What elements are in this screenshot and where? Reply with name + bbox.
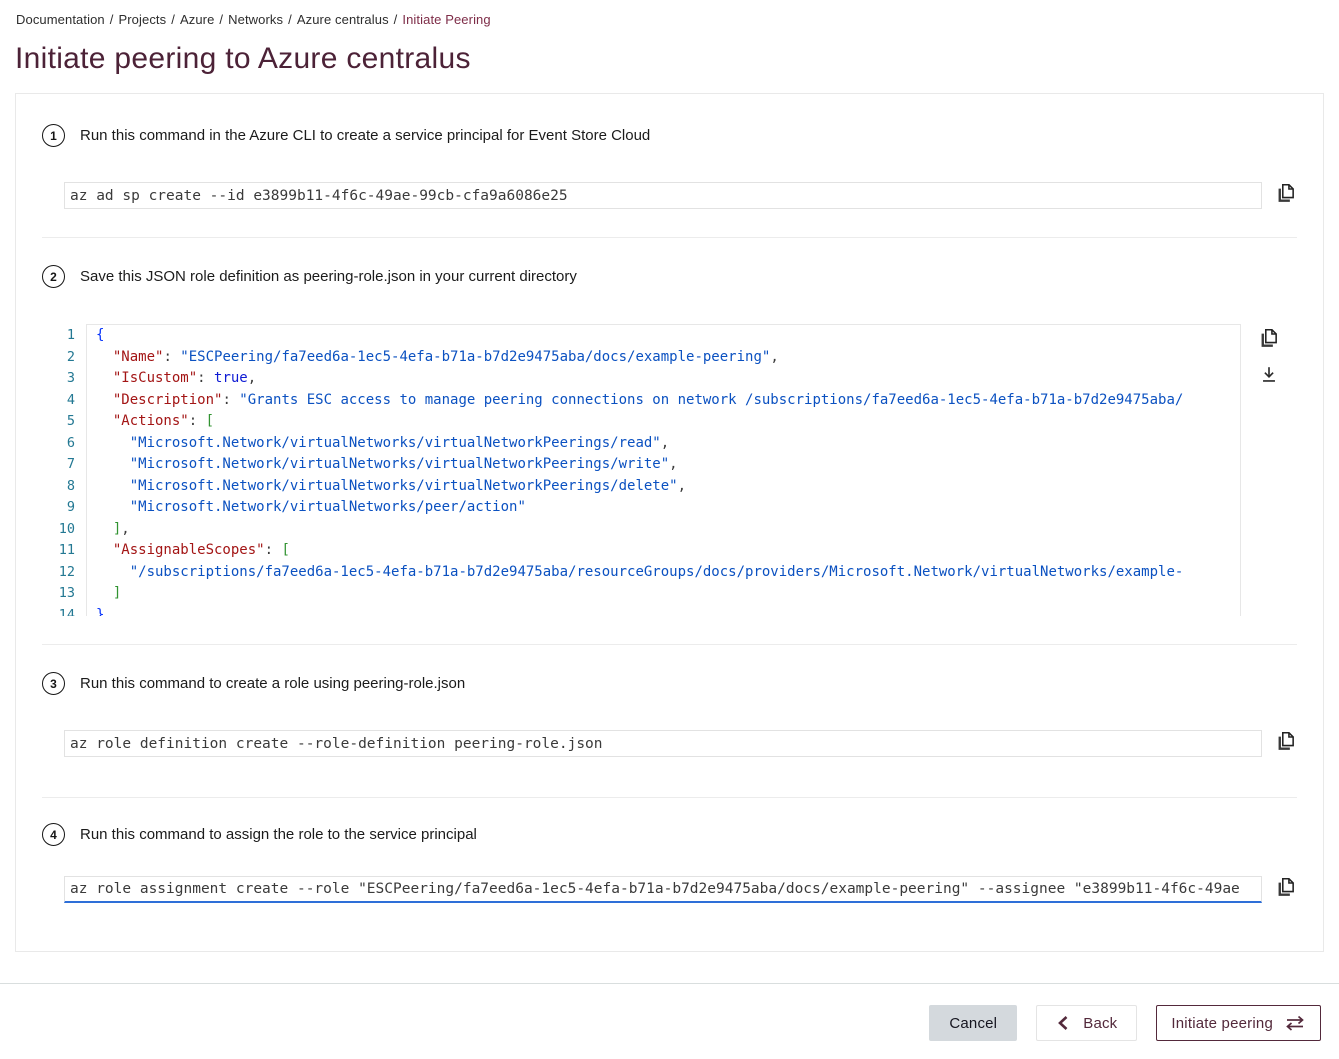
step-instruction: Run this command to assign the role to t… — [80, 826, 477, 843]
line-number: 14 — [42, 605, 86, 617]
breadcrumb-current: Initiate Peering — [402, 12, 490, 27]
setup-panel: 1 Run this command in the Azure CLI to c… — [15, 93, 1324, 952]
breadcrumb-separator: / — [219, 12, 223, 27]
chevron-left-icon — [1056, 1015, 1070, 1031]
code-line: "Name": "ESCPeering/fa7eed6a-1ec5-4efa-b… — [96, 347, 1240, 369]
step-instruction: Run this command to create a role using … — [80, 675, 465, 692]
code-line: "/subscriptions/fa7eed6a-1ec5-4efa-b71a-… — [96, 562, 1240, 584]
copy-icon — [1275, 730, 1297, 752]
step-instruction: Run this command in the Azure CLI to cre… — [80, 127, 650, 144]
code-line: "AssignableScopes": [ — [96, 540, 1240, 562]
code-line: "Microsoft.Network/virtualNetworks/virtu… — [96, 433, 1240, 455]
download-icon — [1258, 364, 1280, 386]
section-divider — [42, 644, 1297, 645]
breadcrumb-item[interactable]: Azure centralus — [297, 12, 389, 27]
breadcrumb-separator: / — [288, 12, 292, 27]
step-3-section: 3 Run this command to create a role usin… — [42, 672, 1297, 757]
editor-code-area: { "Name": "ESCPeering/fa7eed6a-1ec5-4efa… — [86, 324, 1241, 616]
code-line: "Microsoft.Network/virtualNetworks/peer/… — [96, 497, 1240, 519]
copy-button[interactable] — [1275, 182, 1297, 204]
breadcrumb-item[interactable]: Azure — [180, 12, 214, 27]
section-divider — [42, 797, 1297, 798]
swap-arrows-icon — [1284, 1014, 1306, 1032]
code-line: ], — [96, 519, 1240, 541]
download-button[interactable] — [1258, 364, 1280, 386]
code-line: } — [96, 605, 1240, 617]
step-4-section: 4 Run this command to assign the role to… — [42, 823, 1297, 903]
back-button-label: Back — [1083, 1015, 1117, 1032]
step-2-section: 2 Save this JSON role definition as peer… — [42, 265, 1297, 616]
line-number: 8 — [42, 476, 86, 498]
line-number: 9 — [42, 497, 86, 519]
initiate-peering-label: Initiate peering — [1171, 1015, 1273, 1032]
line-number: 2 — [42, 347, 86, 369]
breadcrumb-separator: / — [110, 12, 114, 27]
initiate-peering-button[interactable]: Initiate peering — [1156, 1005, 1321, 1041]
line-number: 1 — [42, 325, 86, 347]
step-instruction: Save this JSON role definition as peerin… — [80, 268, 577, 285]
line-number: 3 — [42, 368, 86, 390]
code-line: { — [96, 325, 1240, 347]
json-role-editor[interactable]: 1234567891011121314 { "Name": "ESCPeerin… — [42, 324, 1241, 616]
cancel-button[interactable]: Cancel — [929, 1005, 1017, 1041]
footer-actions: Cancel Back Initiate peering — [0, 984, 1339, 1059]
command-input-create-sp[interactable]: az ad sp create --id e3899b11-4f6c-49ae-… — [64, 182, 1262, 209]
command-input-create-role[interactable]: az role definition create --role-definit… — [64, 730, 1262, 757]
copy-button[interactable] — [1275, 876, 1297, 898]
command-input-assign-role[interactable]: az role assignment create --role "ESCPee… — [64, 876, 1262, 903]
step-number-badge: 4 — [42, 823, 65, 846]
back-button[interactable]: Back — [1036, 1005, 1137, 1041]
line-number: 6 — [42, 433, 86, 455]
code-line: "Microsoft.Network/virtualNetworks/virtu… — [96, 476, 1240, 498]
breadcrumb-item[interactable]: Networks — [228, 12, 283, 27]
line-number: 5 — [42, 411, 86, 433]
code-line: "Description": "Grants ESC access to man… — [96, 390, 1240, 412]
line-number: 11 — [42, 540, 86, 562]
breadcrumb-item[interactable]: Projects — [118, 12, 166, 27]
breadcrumb-separator: / — [394, 12, 398, 27]
step-number-badge: 2 — [42, 265, 65, 288]
code-line: "IsCustom": true, — [96, 368, 1240, 390]
copy-button[interactable] — [1258, 327, 1280, 349]
line-number: 4 — [42, 390, 86, 412]
step-number-badge: 1 — [42, 124, 65, 147]
line-number: 7 — [42, 454, 86, 476]
step-1-section: 1 Run this command in the Azure CLI to c… — [42, 124, 1297, 209]
line-number: 12 — [42, 562, 86, 584]
line-number: 10 — [42, 519, 86, 541]
copy-button[interactable] — [1275, 730, 1297, 752]
breadcrumb-separator: / — [171, 12, 175, 27]
section-divider — [42, 237, 1297, 238]
line-number: 13 — [42, 583, 86, 605]
copy-icon — [1275, 182, 1297, 204]
breadcrumb-item[interactable]: Documentation — [16, 12, 105, 27]
step-number-badge: 3 — [42, 672, 65, 695]
breadcrumb: Documentation / Projects / Azure / Networks / Az… — [0, 0, 1339, 27]
editor-gutter: 1234567891011121314 — [42, 324, 86, 616]
copy-icon — [1275, 876, 1297, 898]
code-line: ] — [96, 583, 1240, 605]
code-line: "Actions": [ — [96, 411, 1240, 433]
code-line: "Microsoft.Network/virtualNetworks/virtu… — [96, 454, 1240, 476]
copy-icon — [1258, 327, 1280, 349]
page-title: Initiate peering to Azure centralus — [15, 42, 1339, 76]
